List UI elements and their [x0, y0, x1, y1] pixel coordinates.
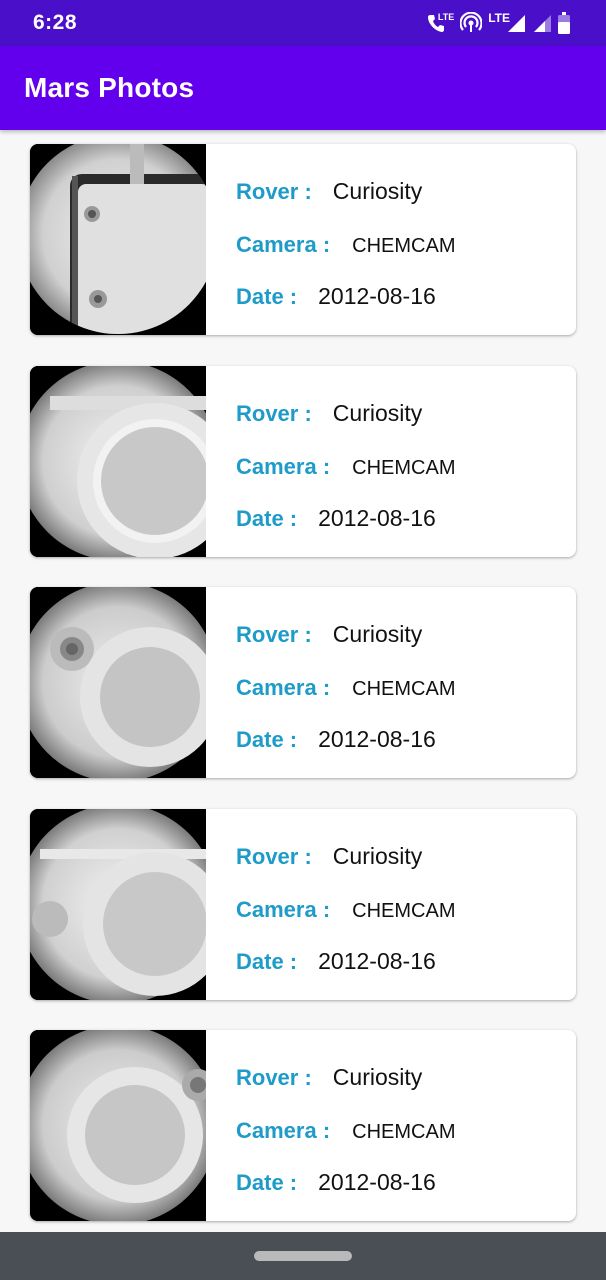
rover-row: Rover : Curiosity [236, 621, 422, 648]
camera-label: Camera : [236, 454, 331, 479]
status-icons: LTE LTE [426, 9, 570, 37]
lte-signal-icon: LTE [488, 11, 526, 33]
date-value: 2012-08-16 [318, 1169, 436, 1195]
battery-icon [558, 12, 570, 34]
camera-label: Camera : [236, 1118, 331, 1143]
lte-call-label: LTE [437, 12, 455, 22]
hotspot-icon [460, 12, 483, 34]
camera-value: CHEMCAM [352, 900, 456, 922]
photo-card[interactable]: Rover : Curiosity Camera : CHEMCAM Date … [30, 809, 576, 1000]
camera-value: CHEMCAM [352, 678, 456, 700]
date-label: Date : [236, 1170, 298, 1195]
signal-icon [532, 13, 552, 33]
rover-row: Rover : Curiosity [236, 1064, 422, 1091]
date-value: 2012-08-16 [318, 505, 436, 531]
date-row: Date : 2012-08-16 [236, 283, 436, 310]
home-handle[interactable] [254, 1251, 352, 1261]
date-label: Date : [236, 284, 298, 309]
rover-value: Curiosity [332, 1064, 423, 1090]
date-label: Date : [236, 727, 298, 752]
rover-value: Curiosity [332, 178, 423, 204]
camera-row: Camera : CHEMCAM [236, 454, 456, 480]
date-label: Date : [236, 949, 298, 974]
camera-row: Camera : CHEMCAM [236, 675, 456, 701]
date-row: Date : 2012-08-16 [236, 726, 436, 753]
photo-card[interactable]: Rover : Curiosity Camera : CHEMCAM Date … [30, 144, 576, 335]
camera-label: Camera : [236, 675, 331, 700]
camera-row: Camera : CHEMCAM [236, 232, 456, 258]
camera-row: Camera : CHEMCAM [236, 1118, 456, 1144]
rover-value: Curiosity [332, 621, 423, 647]
status-bar: 6:28 LTE LTE [0, 0, 606, 46]
date-row: Date : 2012-08-16 [236, 948, 436, 975]
rover-label: Rover : [236, 401, 312, 426]
status-time: 6:28 [33, 11, 78, 34]
mars-photo [30, 366, 206, 557]
mars-photo [30, 587, 206, 778]
rover-label: Rover : [236, 1065, 312, 1090]
rover-value: Curiosity [332, 843, 423, 869]
date-label: Date : [236, 506, 298, 531]
date-value: 2012-08-16 [318, 726, 436, 752]
app-title: Mars Photos [24, 72, 195, 103]
mars-photo [30, 1030, 206, 1221]
camera-label: Camera : [236, 897, 331, 922]
rover-row: Rover : Curiosity [236, 400, 422, 427]
rover-label: Rover : [236, 622, 312, 647]
date-value: 2012-08-16 [318, 283, 436, 309]
mars-photo [30, 144, 206, 335]
date-value: 2012-08-16 [318, 948, 436, 974]
navigation-bar [0, 1232, 606, 1280]
rover-label: Rover : [236, 844, 312, 869]
rover-value: Curiosity [332, 400, 423, 426]
photo-list[interactable]: Rover : Curiosity Camera : CHEMCAM Date … [0, 130, 606, 1232]
camera-value: CHEMCAM [352, 457, 456, 479]
camera-value: CHEMCAM [352, 235, 456, 257]
rover-row: Rover : Curiosity [236, 178, 422, 205]
camera-label: Camera : [236, 232, 331, 257]
app-bar: Mars Photos [0, 46, 606, 130]
camera-value: CHEMCAM [352, 1121, 456, 1143]
date-row: Date : 2012-08-16 [236, 505, 436, 532]
rover-row: Rover : Curiosity [236, 843, 422, 870]
date-row: Date : 2012-08-16 [236, 1169, 436, 1196]
camera-row: Camera : CHEMCAM [236, 897, 456, 923]
mars-photo [30, 809, 206, 1000]
photo-card[interactable]: Rover : Curiosity Camera : CHEMCAM Date … [30, 1030, 576, 1221]
rover-label: Rover : [236, 179, 312, 204]
lte-call-icon: LTE [426, 12, 455, 33]
photo-card[interactable]: Rover : Curiosity Camera : CHEMCAM Date … [30, 366, 576, 557]
photo-card[interactable]: Rover : Curiosity Camera : CHEMCAM Date … [30, 587, 576, 778]
